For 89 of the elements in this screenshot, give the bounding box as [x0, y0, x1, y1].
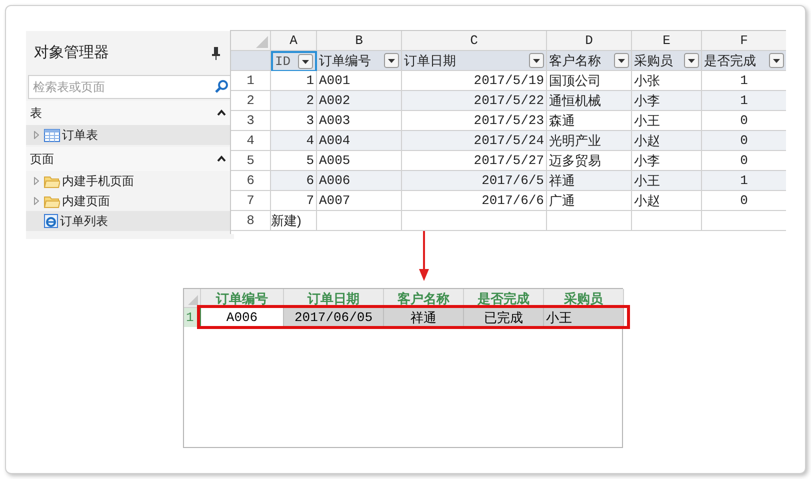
table-cell: 1	[702, 171, 786, 191]
table-cell: 通恒机械	[547, 91, 632, 111]
row-header[interactable]: 6	[231, 171, 271, 191]
field-header[interactable]: ID	[271, 51, 317, 71]
table-cell: 光明产业	[547, 131, 632, 151]
column-header[interactable]: E	[632, 31, 702, 51]
row-header[interactable]: 5	[231, 151, 271, 171]
panel-title: 对象管理器	[34, 42, 109, 63]
table-cell: 小王	[632, 111, 702, 131]
table-cell: 2017/6/5	[402, 171, 547, 191]
expand-icon	[34, 177, 39, 185]
folder-icon	[44, 194, 60, 208]
new-row-label[interactable]: 新建)	[271, 211, 317, 231]
table-cell: A005	[317, 151, 402, 171]
table-icon	[44, 128, 60, 142]
corner-icon	[256, 36, 268, 48]
row-header[interactable]: 8	[231, 211, 271, 231]
row-header[interactable]: 4	[231, 131, 271, 151]
table-cell: 小李	[632, 91, 702, 111]
table-cell: A007	[317, 191, 402, 211]
field-header[interactable]: 订单日期	[402, 51, 547, 71]
row-header[interactable]: 1	[231, 71, 271, 91]
corner-icon	[188, 295, 198, 305]
dropdown-icon	[529, 53, 544, 68]
down-arrow-icon	[419, 231, 429, 281]
table-cell: 6	[271, 171, 317, 191]
table-cell: A003	[317, 111, 402, 131]
table-cell: 广通	[547, 191, 632, 211]
table-cell: A001	[317, 71, 402, 91]
table-cell: 2017/5/19	[402, 71, 547, 91]
dropdown-icon	[614, 53, 629, 68]
row-header[interactable]	[231, 51, 271, 71]
web-page-icon	[44, 214, 58, 228]
table-cell: 1	[702, 91, 786, 111]
table-cell: 2	[271, 91, 317, 111]
dropdown-icon	[298, 54, 313, 69]
table-cell: 2017/5/27	[402, 151, 547, 171]
dropdown-icon	[769, 53, 784, 68]
table-cell: 祥通	[384, 308, 464, 327]
table-cell: 森通	[547, 111, 632, 131]
table-cell: 7	[271, 191, 317, 211]
pin-icon	[212, 46, 220, 60]
table-cell: 国顶公司	[547, 71, 632, 91]
folder-icon	[44, 174, 60, 188]
table-cell: A004	[317, 131, 402, 151]
column-header[interactable]: F	[702, 31, 786, 51]
column-header[interactable]: A	[271, 31, 317, 51]
table-cell: 2017/06/05	[284, 308, 384, 327]
tree-item[interactable]: 内建页面	[26, 191, 234, 211]
section-title: 表	[30, 105, 42, 122]
table-cell: 小赵	[632, 191, 702, 211]
table-cell: 4	[271, 131, 317, 151]
column-header[interactable]: B	[317, 31, 402, 51]
table-cell: 已完成	[464, 308, 544, 327]
dropdown-icon	[684, 53, 699, 68]
table-cell: 迈多贸易	[547, 151, 632, 171]
table-cell: 2017/5/24	[402, 131, 547, 151]
table-cell: 小张	[632, 71, 702, 91]
table-cell: 5	[271, 151, 317, 171]
table-cell: 小王	[632, 171, 702, 191]
row-header[interactable]: 7	[231, 191, 271, 211]
table-cell: 2017/5/22	[402, 91, 547, 111]
table-cell: 3	[271, 111, 317, 131]
table-cell: 1	[271, 71, 317, 91]
table-cell: 0	[702, 131, 786, 151]
field-header[interactable]: 订单编号	[317, 51, 402, 71]
search-field[interactable]: 检索表或页面	[28, 75, 232, 99]
table-cell	[632, 211, 702, 231]
expand-icon	[34, 197, 39, 205]
row-header[interactable]: 3	[231, 111, 271, 131]
table-cell: 小王	[544, 308, 624, 327]
row-header[interactable]: 2	[231, 91, 271, 111]
table-cell: 2017/6/6	[402, 191, 547, 211]
search-icon	[215, 80, 228, 93]
table-cell: A002	[317, 91, 402, 111]
column-header[interactable]: C	[402, 31, 547, 51]
field-header[interactable]: 客户名称	[547, 51, 632, 71]
field-header[interactable]: 是否完成	[702, 51, 786, 71]
column-header[interactable]: D	[547, 31, 632, 51]
table-cell: 祥通	[547, 171, 632, 191]
field-header[interactable]: 采购员	[632, 51, 702, 71]
expand-icon	[34, 131, 39, 139]
table-cell: A006	[317, 171, 402, 191]
table-cell: 小李	[632, 151, 702, 171]
table-cell: 2017/5/23	[402, 111, 547, 131]
table-cell: 小赵	[632, 131, 702, 151]
tree-item[interactable]: 内建手机页面	[26, 171, 234, 191]
section-title: 页面	[30, 151, 54, 168]
dropdown-icon	[384, 53, 399, 68]
